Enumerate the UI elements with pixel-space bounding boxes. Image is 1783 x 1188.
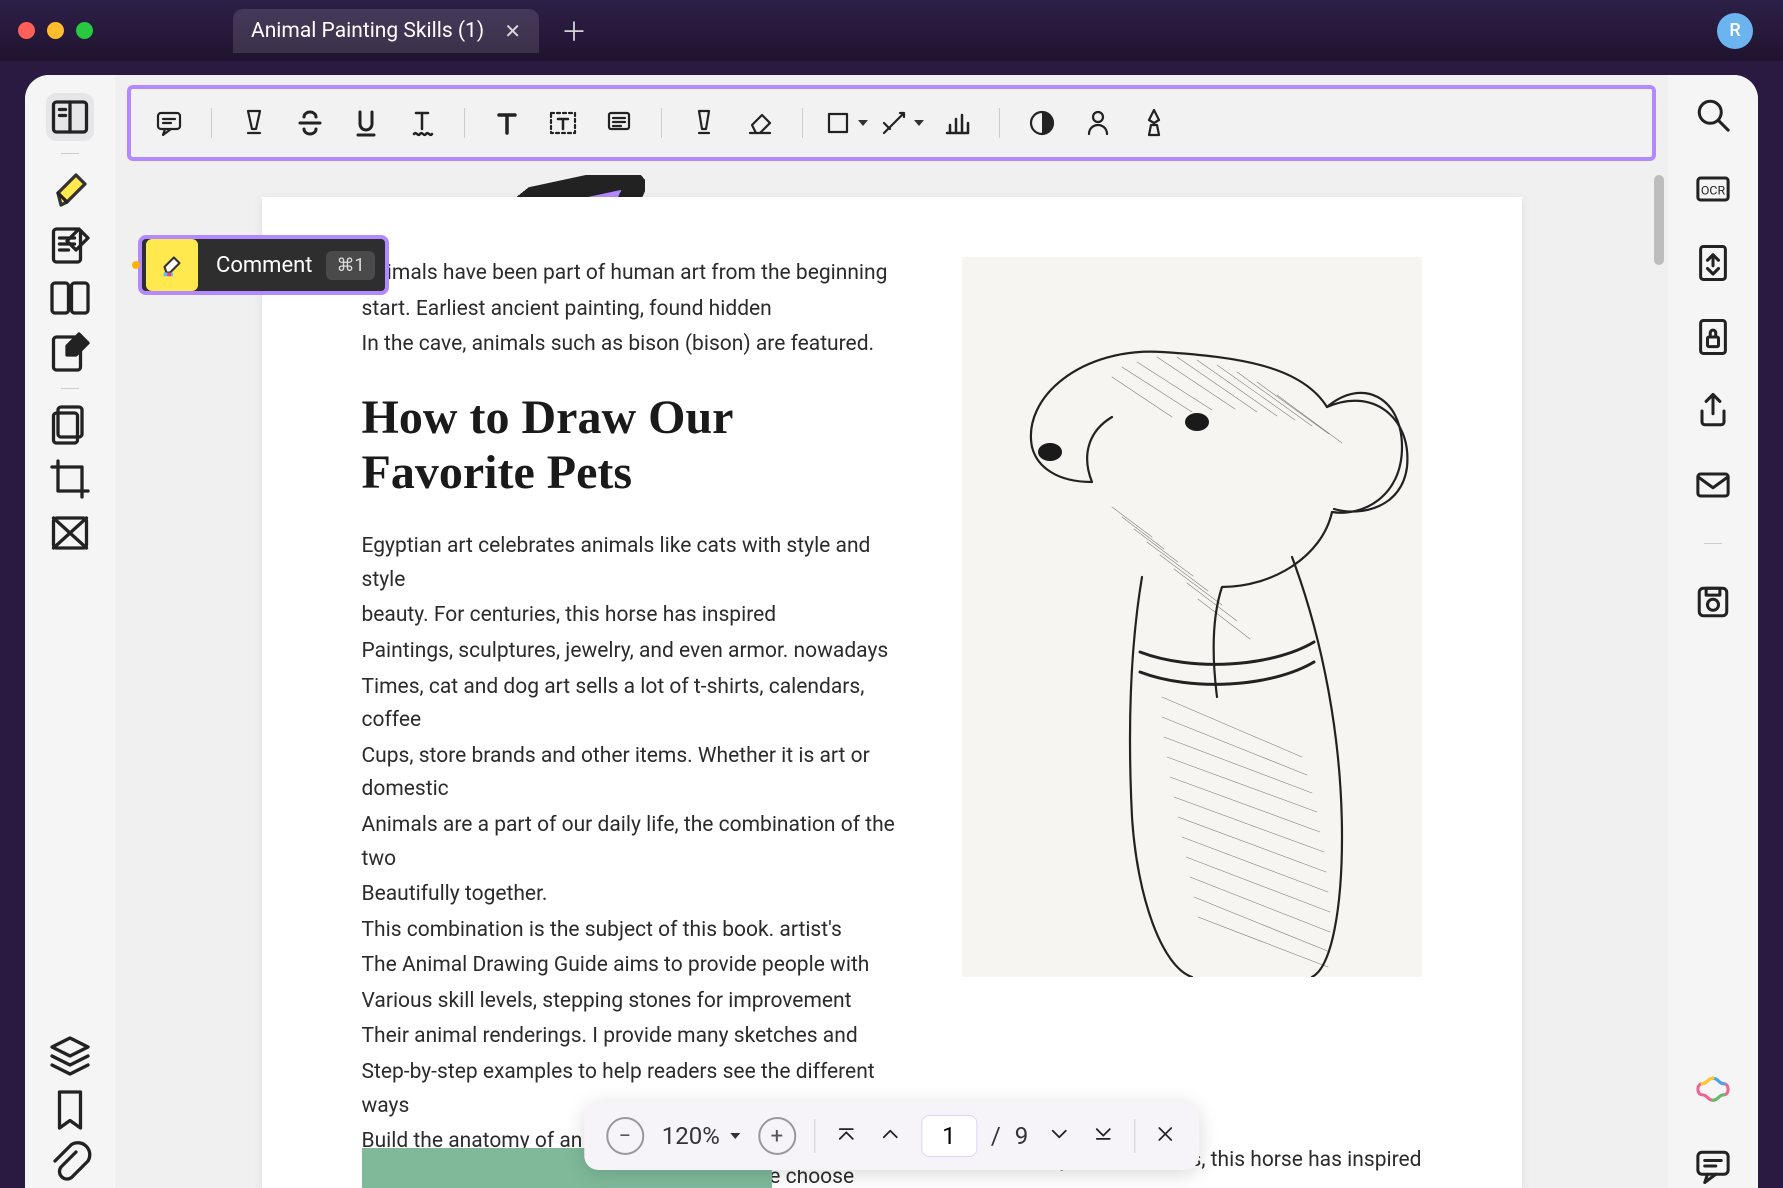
dog-sketch-image — [962, 257, 1422, 977]
ocr-button[interactable]: OCR — [1691, 167, 1735, 211]
squiggly-tool[interactable] — [398, 99, 446, 147]
annotate-button[interactable] — [46, 166, 94, 214]
chevron-down-icon — [858, 120, 868, 126]
zoom-dropdown[interactable]: 120% — [662, 1122, 740, 1150]
tab-title: Animal Painting Skills (1) — [251, 19, 484, 43]
callout-tool[interactable] — [595, 99, 643, 147]
maximize-window-button[interactable] — [76, 22, 93, 39]
underline-tool[interactable] — [342, 99, 390, 147]
signature-tool[interactable] — [1074, 99, 1122, 147]
app-shell: Comment ⌘1 Animals have been part of hum… — [25, 75, 1758, 1188]
scrollbar-thumb[interactable] — [1654, 175, 1664, 265]
convert-button[interactable] — [1691, 241, 1735, 285]
textbox-tool[interactable] — [539, 99, 587, 147]
prev-page-button[interactable] — [877, 1121, 903, 1151]
bookmark-button[interactable] — [46, 1086, 94, 1134]
chevron-down-icon — [914, 120, 924, 126]
minimize-window-button[interactable] — [47, 22, 64, 39]
zoom-in-button[interactable]: + — [758, 1117, 796, 1155]
strikethrough-tool[interactable] — [286, 99, 334, 147]
comment-tooltip: Comment ⌘1 — [138, 235, 389, 295]
close-window-button[interactable] — [18, 22, 35, 39]
mail-button[interactable] — [1691, 463, 1735, 507]
document-area: Comment ⌘1 Animals have been part of hum… — [115, 75, 1668, 1188]
tooltip-label: Comment — [202, 253, 326, 278]
crop-button[interactable] — [46, 455, 94, 503]
zoom-out-button[interactable]: − — [606, 1117, 644, 1155]
stamp-tool[interactable] — [1018, 99, 1066, 147]
document-tab[interactable]: Animal Painting Skills (1) ✕ — [233, 9, 539, 53]
document-text: Animals have been part of human art from… — [362, 257, 912, 1188]
save-button[interactable] — [1691, 580, 1735, 624]
chart-tool[interactable] — [933, 99, 981, 147]
new-tab-button[interactable]: ＋ — [561, 12, 587, 49]
pages-button[interactable] — [46, 401, 94, 449]
layers-button[interactable] — [46, 1032, 94, 1080]
user-avatar[interactable]: R — [1717, 13, 1753, 49]
tooltip-shortcut: ⌘1 — [326, 251, 374, 280]
left-sidebar — [25, 75, 115, 1188]
pdf-page: Animals have been part of human art from… — [262, 197, 1522, 1188]
share-button[interactable] — [1691, 389, 1735, 433]
protect-button[interactable] — [1691, 315, 1735, 359]
ink-tool[interactable] — [1130, 99, 1178, 147]
close-bar-button[interactable] — [1153, 1122, 1177, 1150]
comments-panel-button[interactable] — [1691, 1144, 1735, 1188]
active-dot-icon — [132, 261, 140, 269]
chevron-down-icon — [730, 1133, 740, 1139]
pen-tool[interactable] — [680, 99, 728, 147]
document-viewport[interactable]: Animals have been part of human art from… — [115, 167, 1668, 1188]
edit-text-button[interactable] — [46, 220, 94, 268]
attachment-button[interactable] — [46, 1140, 94, 1188]
next-page-button[interactable] — [1046, 1121, 1072, 1151]
search-button[interactable] — [1691, 93, 1735, 137]
line-tool[interactable] — [877, 99, 925, 147]
highlighter-icon — [146, 239, 198, 291]
note-tool[interactable] — [145, 99, 193, 147]
eraser-tool[interactable] — [736, 99, 784, 147]
first-page-button[interactable] — [833, 1121, 859, 1151]
titlebar: Animal Painting Skills (1) ✕ ＋ R — [0, 0, 1783, 61]
document-heading: How to Draw Our Favorite Pets — [362, 390, 912, 500]
reader-mode-button[interactable] — [46, 93, 94, 141]
shape-tool[interactable] — [821, 99, 869, 147]
ai-button[interactable] — [1691, 1070, 1735, 1114]
text-tool[interactable] — [483, 99, 531, 147]
close-tab-button[interactable]: ✕ — [504, 19, 521, 43]
form-button[interactable] — [46, 328, 94, 376]
annotation-toolbar — [127, 85, 1656, 161]
compare-button[interactable] — [46, 274, 94, 322]
page-total: 9 — [1015, 1122, 1029, 1150]
page-indicator: / 9 — [921, 1115, 1028, 1157]
page-control-bar: − 120% + / 9 — [584, 1102, 1199, 1170]
right-sidebar: OCR — [1668, 75, 1758, 1188]
redact-button[interactable] — [46, 509, 94, 557]
highlight-tool[interactable] — [230, 99, 278, 147]
window-traffic-lights — [18, 22, 93, 39]
svg-text:OCR: OCR — [1701, 185, 1726, 199]
last-page-button[interactable] — [1090, 1121, 1116, 1151]
page-input[interactable] — [921, 1115, 977, 1157]
